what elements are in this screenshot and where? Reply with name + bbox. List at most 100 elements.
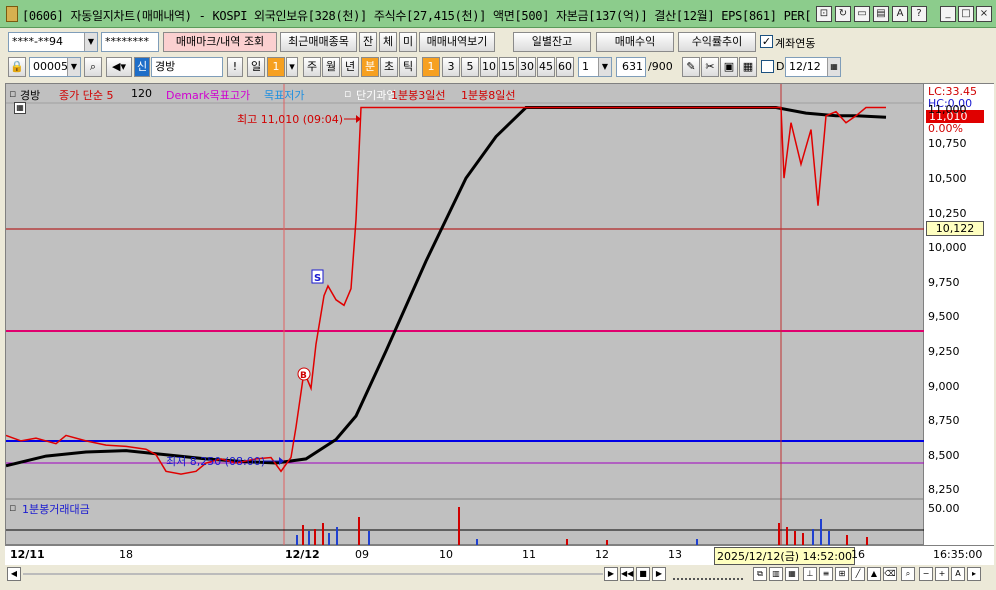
search-icon[interactable]: ⌕ xyxy=(84,57,102,77)
buy-marker-label: B xyxy=(300,371,307,381)
y-tick-label: 10,750 xyxy=(928,137,967,151)
mark-query-button[interactable]: 매매마크/내역 조회 xyxy=(163,32,277,52)
year-tab[interactable]: 년 xyxy=(341,57,359,77)
period-15-button[interactable]: 15 xyxy=(499,57,517,77)
recent-trades-button[interactable]: 최근매매종목 xyxy=(280,32,357,52)
unexecuted-button[interactable]: 미 xyxy=(399,32,417,52)
chart-type-icon[interactable]: ▦ xyxy=(785,567,799,581)
refresh-icon[interactable]: ↻ xyxy=(835,6,851,22)
close-button[interactable]: × xyxy=(976,6,992,22)
week-tab[interactable]: 주 xyxy=(303,57,321,77)
scissors-icon[interactable]: ✂ xyxy=(701,57,719,77)
speaker-icon[interactable]: ◀▾ xyxy=(106,57,132,77)
price-chart[interactable]: 최고 11,010 (09:04) 최저 8,250 (08:00) S B ▫… xyxy=(5,83,925,546)
month-tab[interactable]: 월 xyxy=(322,57,340,77)
maximize-button[interactable]: □ xyxy=(958,6,974,22)
scroll-left-icon[interactable]: ◀ xyxy=(7,567,21,581)
price-scale[interactable]: LC:33.45 HC:0.00 11,010 0.00% 11,000 10,7… xyxy=(924,83,994,545)
trade-history-button[interactable]: 매매내역보기 xyxy=(419,32,495,52)
period-45-button[interactable]: 45 xyxy=(537,57,555,77)
zoom-in-icon[interactable]: + xyxy=(935,567,949,581)
minute-tab[interactable]: 분 xyxy=(361,57,379,77)
period-30-button[interactable]: 30 xyxy=(518,57,536,77)
minimize-button[interactable]: _ xyxy=(940,6,956,22)
return-trend-button[interactable]: 수익률추이 xyxy=(678,32,756,52)
pdf-icon[interactable]: A xyxy=(892,6,908,22)
legend-ma: 종가 단순 5 xyxy=(59,89,114,102)
legend-3day: 1분봉3일선 xyxy=(391,89,446,102)
window-icon[interactable]: ▭ xyxy=(854,6,870,22)
daily-balance-button[interactable]: 일별잔고 xyxy=(513,32,591,52)
zoom-icon[interactable]: ⌕ xyxy=(901,567,915,581)
password-field[interactable]: ******** xyxy=(101,32,159,52)
stop-icon[interactable]: ■ xyxy=(636,567,650,581)
chevron-down-icon[interactable]: ▼ xyxy=(67,58,80,76)
legend-name: 경방 xyxy=(20,89,41,102)
draw-icon[interactable]: ⊥ xyxy=(803,567,817,581)
account-link-checkbox[interactable]: ✓ xyxy=(760,35,773,48)
x-label: 11 xyxy=(522,548,536,561)
volume-bar xyxy=(794,531,796,545)
layout-icon[interactable]: ▥ xyxy=(769,567,783,581)
scroll-right-icon[interactable]: ▶ xyxy=(604,567,618,581)
right-time-label: 16:35:00 xyxy=(933,548,983,561)
forward-icon[interactable]: ▶ xyxy=(652,567,666,581)
zoom-out-icon[interactable]: − xyxy=(919,567,933,581)
bar-count-total: /900 xyxy=(648,60,673,73)
y-tick-label: 9,000 xyxy=(928,379,960,393)
tick-tab[interactable]: 틱 xyxy=(399,57,417,77)
day-count-button[interactable]: 1 xyxy=(267,57,285,77)
help-icon[interactable]: ? xyxy=(911,6,927,22)
zoom-slider[interactable] xyxy=(673,568,743,580)
date-input[interactable]: 12/12 ▦ xyxy=(785,57,841,77)
grid-toggle-icon[interactable]: ▦ xyxy=(14,102,26,114)
date-checkbox[interactable] xyxy=(761,60,774,73)
stock-name-field[interactable]: 경방 xyxy=(151,57,223,77)
multiplier-select[interactable]: 1 ▼ xyxy=(578,57,612,77)
volume-bar xyxy=(322,523,324,545)
mark-icon[interactable]: ▲ xyxy=(867,567,881,581)
x-label: 12/11 xyxy=(10,548,45,561)
day-tab[interactable]: 일 xyxy=(247,57,265,77)
low-arrow-head xyxy=(279,457,284,465)
line-icon[interactable]: ╱ xyxy=(851,567,865,581)
second-tab[interactable]: 초 xyxy=(380,57,398,77)
x-label: 16 xyxy=(851,548,865,561)
period-10-button[interactable]: 10 xyxy=(480,57,498,77)
bar-count-input[interactable]: 631 xyxy=(616,57,646,77)
crosshair-time-label: 2025/12/12(금) 14:52:00 xyxy=(714,547,856,565)
period-1-button[interactable]: 1 xyxy=(422,57,440,77)
link-icon[interactable]: ⊡ xyxy=(816,6,832,22)
print-icon[interactable]: ▤ xyxy=(873,6,889,22)
chevron-down-icon[interactable]: ▼ xyxy=(598,58,611,76)
alert-button[interactable]: ! xyxy=(227,57,243,77)
period-60-button[interactable]: 60 xyxy=(556,57,574,77)
y-tick-label: 10,250 xyxy=(928,206,967,220)
toolbar-chart: 🔒 000050 ▼ ⌕ ◀▾ 신 경방 ! 일 1 ▾ 주 월 년 분 초 틱… xyxy=(0,55,996,81)
chevron-down-icon[interactable]: ▾ xyxy=(286,57,298,77)
font-size-icon[interactable]: A xyxy=(951,567,965,581)
ruler-icon[interactable]: ⊞ xyxy=(835,567,849,581)
period-3-button[interactable]: 3 xyxy=(442,57,460,77)
settings-icon[interactable]: ▦ xyxy=(739,57,757,77)
tool-icon[interactable]: ✎ xyxy=(682,57,700,77)
executed-button[interactable]: 체 xyxy=(379,32,397,52)
fib-icon[interactable]: ≡ xyxy=(819,567,833,581)
save-icon[interactable]: ▣ xyxy=(720,57,738,77)
balance-button[interactable]: 잔 xyxy=(359,32,377,52)
calendar-icon[interactable]: ▦ xyxy=(827,58,840,76)
trade-profit-button[interactable]: 매매수익 xyxy=(596,32,674,52)
lock-icon[interactable]: 🔒 xyxy=(8,57,26,77)
volume-bar xyxy=(302,525,304,545)
stock-code-input[interactable]: 000050 ▼ xyxy=(29,57,81,77)
scroll-track[interactable] xyxy=(23,573,603,575)
period-5-button[interactable]: 5 xyxy=(461,57,479,77)
eraser-icon[interactable]: ⌫ xyxy=(883,567,897,581)
rewind-icon[interactable]: ◀◀ xyxy=(620,567,634,581)
chart-settings-icon[interactable]: ▸ xyxy=(967,567,981,581)
compare-icon[interactable]: ⧉ xyxy=(753,567,767,581)
legend-demark-low: 목표저가 xyxy=(264,89,305,102)
chart-scroll-bar: ◀ ▶ ◀◀ ■ ▶ ⧉ ▥ ▦ ⊥ ≡ ⊞ ╱ ▲ ⌫ ⌕ − + A ▸ xyxy=(5,565,994,585)
chevron-down-icon[interactable]: ▼ xyxy=(84,33,97,51)
account-select[interactable]: ****-**94 ▼ xyxy=(8,32,98,52)
